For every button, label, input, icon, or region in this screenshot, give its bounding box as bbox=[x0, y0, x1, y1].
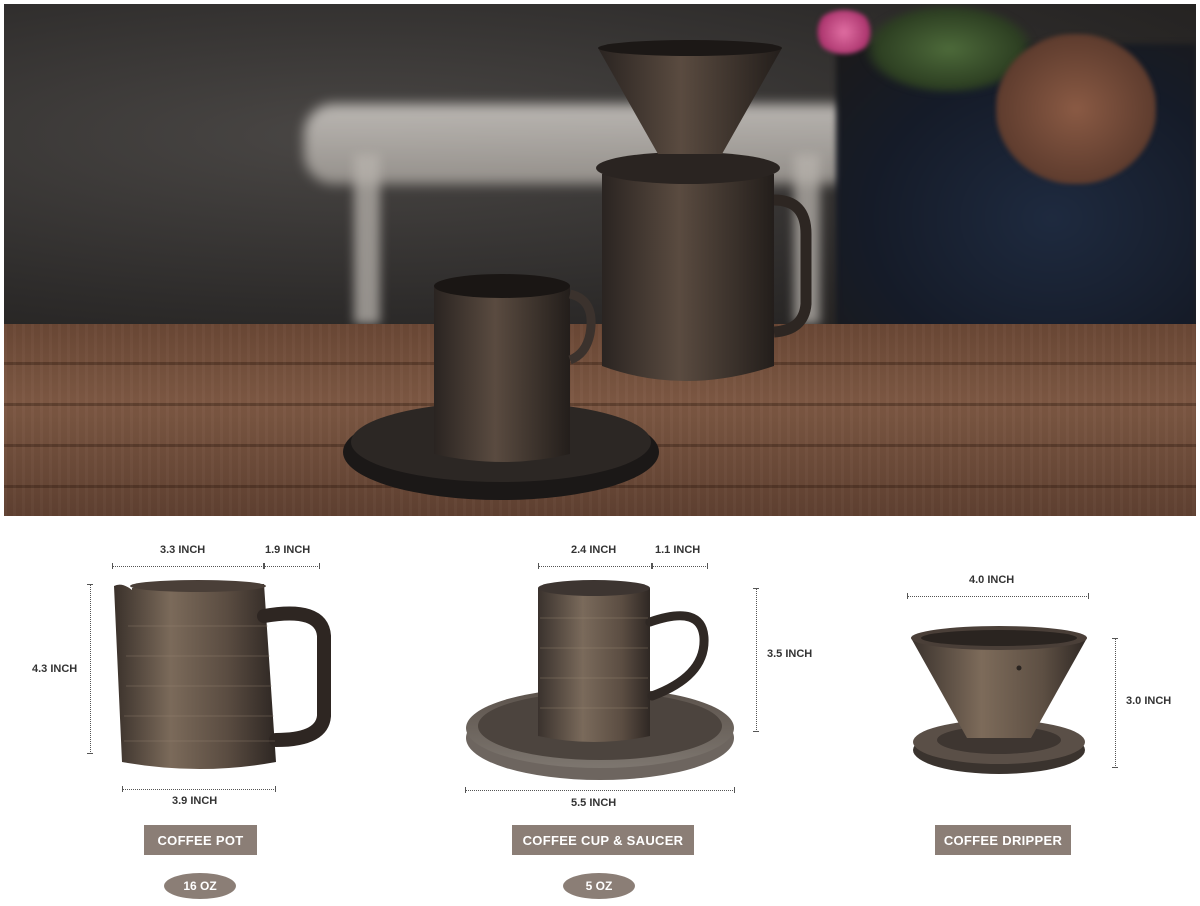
capacity-badge-cup: 5 OZ bbox=[563, 873, 635, 899]
pot-handle-label: 1.9 INCH bbox=[265, 544, 311, 556]
capacity-badge-pot: 16 OZ bbox=[164, 873, 236, 899]
saucer-width-label: 5.5 INCH bbox=[571, 797, 617, 809]
dimension-line bbox=[465, 787, 735, 793]
dimension-line bbox=[538, 563, 652, 569]
dimension-line bbox=[112, 563, 264, 569]
product-label-coffee-pot: COFFEE POT bbox=[144, 825, 257, 855]
product-label-cup-saucer: COFFEE CUP & SAUCER bbox=[512, 825, 694, 855]
pot-height-label: 4.3 INCH bbox=[32, 663, 78, 675]
pot-base-label: 3.9 INCH bbox=[172, 795, 218, 807]
product-label-coffee-dripper: COFFEE DRIPPER bbox=[935, 825, 1071, 855]
cup-height-label: 3.5 INCH bbox=[767, 648, 813, 660]
cup-saucer-image bbox=[466, 580, 734, 780]
dimension-line bbox=[1112, 638, 1118, 768]
dimension-line bbox=[753, 588, 759, 732]
cup-handle-label: 1.1 INCH bbox=[655, 544, 701, 556]
hero-photo bbox=[4, 4, 1196, 516]
dimension-line bbox=[652, 563, 708, 569]
dimension-line bbox=[87, 584, 93, 754]
cup-width-label: 2.4 INCH bbox=[571, 544, 617, 556]
dripper-height-label: 3.0 INCH bbox=[1126, 695, 1172, 707]
dripper-width-label: 4.0 INCH bbox=[969, 574, 1015, 586]
hero-pot bbox=[602, 174, 774, 381]
hero-cup bbox=[434, 286, 570, 462]
hero-ceramics bbox=[343, 40, 812, 500]
dimension-line bbox=[122, 786, 276, 792]
dimension-line bbox=[907, 593, 1089, 599]
dimension-line bbox=[264, 563, 320, 569]
pot-width-label: 3.3 INCH bbox=[160, 544, 206, 556]
coffee-pot-image bbox=[114, 580, 331, 769]
coffee-dripper-image bbox=[911, 626, 1087, 774]
hero-dripper bbox=[598, 48, 782, 154]
